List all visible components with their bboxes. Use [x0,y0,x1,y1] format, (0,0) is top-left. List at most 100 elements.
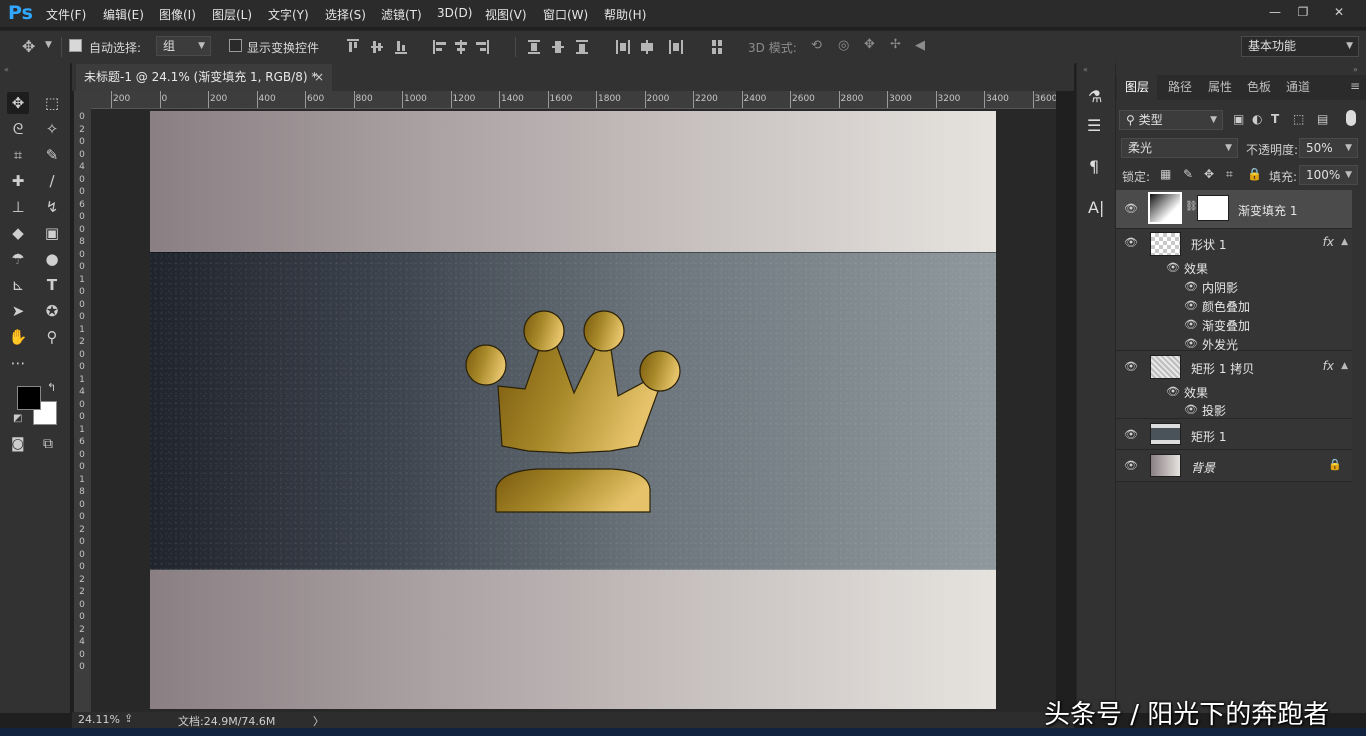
visibility-eye-icon[interactable]: 👁 [1184,403,1198,416]
fx-badge[interactable]: fx [1323,235,1334,249]
default-colors-icon[interactable]: ◩ [13,413,22,424]
layer-name[interactable]: 矩形 1 [1191,428,1226,445]
visibility-eye-icon[interactable]: 👁 [1124,202,1138,215]
lock-all-icon[interactable]: 🔒 [1247,167,1262,181]
crop-tool-icon[interactable]: ⌗ [7,144,29,166]
clone-stamp-tool-icon[interactable]: ⊥ [7,196,29,218]
visibility-eye-icon[interactable]: 👁 [1124,428,1138,441]
visibility-eye-icon[interactable]: 👁 [1184,337,1198,350]
3d-scale-icon[interactable]: ◀ [915,38,925,53]
visibility-eye-icon[interactable]: 👁 [1124,459,1138,472]
gradient-tool-icon[interactable]: ▣ [41,222,63,244]
tab-layers[interactable]: 图层 [1125,78,1149,95]
layer-name[interactable]: 渐变填充 1 [1238,202,1297,219]
menu-3d[interactable]: 3D(D) [437,6,472,20]
3d-rotate-icon[interactable]: ⟲ [811,38,822,53]
move-tool-icon[interactable]: ✥ [22,37,35,56]
screen-mode-icon[interactable]: ⧉ [43,436,53,452]
tab-channels[interactable]: 通道 [1286,78,1310,95]
mask-link-icon[interactable]: ⛓ [1185,201,1198,212]
history-brush-tool-icon[interactable]: ↯ [41,196,63,218]
close-window-button[interactable]: ✕ [1326,2,1352,22]
lock-transparent-icon[interactable]: ▦ [1160,167,1171,181]
menu-type[interactable]: 文字(Y) [268,6,309,23]
hand-tool-icon[interactable]: ✋ [7,326,29,348]
character-panel-icon[interactable]: A| [1088,198,1104,217]
layer-row-rect-1[interactable]: 👁 矩形 1 [1116,419,1352,450]
shape-tool-icon[interactable]: ✪ [41,300,63,322]
history-panel-icon[interactable]: ⚗ [1088,87,1102,106]
layer-name[interactable]: 形状 1 [1191,236,1226,253]
3d-drag-icon[interactable]: ✥ [864,37,875,52]
pen-tool-icon[interactable]: ⊾ [7,274,29,296]
ruler-origin[interactable] [74,91,91,108]
collapse-chevron-icon[interactable]: « [4,65,9,74]
workspace-select[interactable]: 基本功能 ▼ [1241,36,1359,57]
auto-select-checkbox[interactable] [69,39,82,52]
filter-toggle[interactable] [1346,110,1356,126]
horizontal-ruler[interactable]: 200 0 200 400 600 800 1000 1200 1400 1600 1800 2000… [91,91,1056,109]
layer-row-background[interactable]: 👁 背景 🔒 [1116,450,1352,482]
blur-tool-icon[interactable]: ☂ [7,248,29,270]
tab-paths[interactable]: 路径 [1168,78,1192,95]
share-icon[interactable]: ⇪ [124,712,133,725]
lock-artboard-icon[interactable]: ⌗ [1226,167,1233,182]
filter-smart-object-icon[interactable]: ▤ [1317,112,1328,126]
effect-item[interactable]: 颜色叠加 [1202,298,1250,315]
minimize-button[interactable]: — [1262,2,1288,22]
status-menu-arrow[interactable]: 〉 [313,713,324,729]
brush-tool-icon[interactable]: ∕ [41,170,63,192]
collapse-chevron-icon[interactable]: « [1083,65,1088,74]
visibility-eye-icon[interactable]: 👁 [1184,299,1198,312]
eraser-tool-icon[interactable]: ◆ [7,222,29,244]
more-tools-icon[interactable]: ⋯ [7,352,29,374]
visibility-eye-icon[interactable]: 👁 [1124,236,1138,249]
foreground-color-swatch[interactable] [17,386,41,410]
fx-badge[interactable]: fx [1323,359,1334,373]
effect-item[interactable]: 渐变叠加 [1202,317,1250,334]
chevron-up-icon[interactable]: ▲ [1341,361,1348,371]
paragraph-panel-icon[interactable]: ¶ [1089,157,1099,176]
effect-item[interactable]: 内阴影 [1202,279,1238,296]
lasso-tool-icon[interactable]: ᘓ [7,118,29,140]
effect-item[interactable]: 投影 [1202,402,1226,419]
adjustments-panel-icon[interactable]: ☰ [1087,116,1101,135]
visibility-eye-icon[interactable]: 👁 [1124,360,1138,373]
collapse-chevron-icon[interactable]: » [1353,65,1358,74]
visibility-eye-icon[interactable]: 👁 [1166,385,1180,398]
menu-file[interactable]: 文件(F) [46,6,86,23]
chevron-up-icon[interactable]: ▲ [1341,237,1348,247]
swap-colors-icon[interactable]: ↰ [47,381,56,394]
document-tab[interactable]: 未标题-1 @ 24.1% (渐变填充 1, RGB/8) * × [76,64,332,91]
filter-adjustment-icon[interactable]: ◐ [1252,112,1262,126]
filter-pixel-icon[interactable]: ▣ [1233,112,1244,126]
tab-properties[interactable]: 属性 [1208,78,1232,95]
menu-image[interactable]: 图像(I) [159,6,196,23]
path-selection-tool-icon[interactable]: ➤ [7,300,29,322]
magic-wand-tool-icon[interactable]: ✧ [41,118,63,140]
lock-position-icon[interactable]: ✥ [1204,167,1214,181]
auto-select-target-select[interactable]: 组 ▼ [156,36,211,56]
filter-type-icon[interactable]: T [1271,112,1279,126]
tool-preset-chevron-down-icon[interactable]: ▼ [45,40,52,50]
menu-filter[interactable]: 滤镜(T) [381,6,422,23]
blend-mode-select[interactable]: 柔光 ▼ [1121,138,1238,158]
zoom-level[interactable]: 24.11% [78,713,120,726]
menu-view[interactable]: 视图(V) [485,6,527,23]
layer-name[interactable]: 矩形 1 拷贝 [1191,360,1254,377]
3d-roll-icon[interactable]: ◎ [838,38,849,53]
visibility-eye-icon[interactable]: 👁 [1166,261,1180,274]
panel-menu-icon[interactable]: ≡ [1350,79,1360,93]
show-transform-checkbox[interactable] [229,39,242,52]
layer-filter-select[interactable]: ⚲ 类型 ▼ [1119,110,1223,130]
opacity-input[interactable]: 50% ▼ [1299,138,1358,158]
dodge-tool-icon[interactable]: ● [41,248,63,270]
layer-row-gradient-fill[interactable]: 👁 ⛓ 渐变填充 1 [1116,190,1352,229]
menu-edit[interactable]: 编辑(E) [103,6,144,23]
align-icons[interactable] [345,38,505,56]
visibility-eye-icon[interactable]: 👁 [1184,318,1198,331]
menu-help[interactable]: 帮助(H) [604,6,646,23]
close-tab-icon[interactable]: × [314,64,324,90]
fill-input[interactable]: 100% ▼ [1299,165,1358,185]
type-tool-icon[interactable]: T [41,274,63,296]
